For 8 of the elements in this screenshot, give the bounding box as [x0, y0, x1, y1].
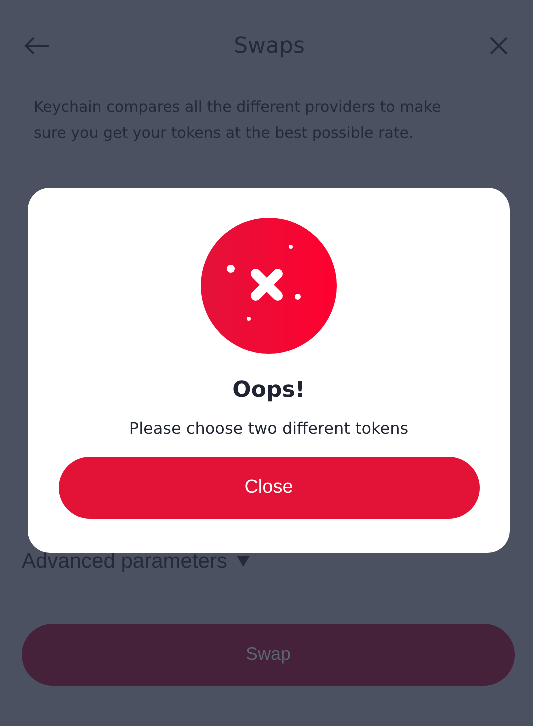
close-button[interactable]: Close: [58, 457, 480, 519]
dialog-title: Oops!: [232, 377, 306, 405]
back-arrow-icon[interactable]: [24, 36, 50, 56]
error-x-icon: [201, 218, 337, 354]
dialog-message: Please choose two different tokens: [129, 418, 409, 440]
triangle-icon: [237, 556, 250, 568]
swap-button[interactable]: Swap: [22, 624, 515, 686]
close-icon[interactable]: [489, 36, 509, 56]
